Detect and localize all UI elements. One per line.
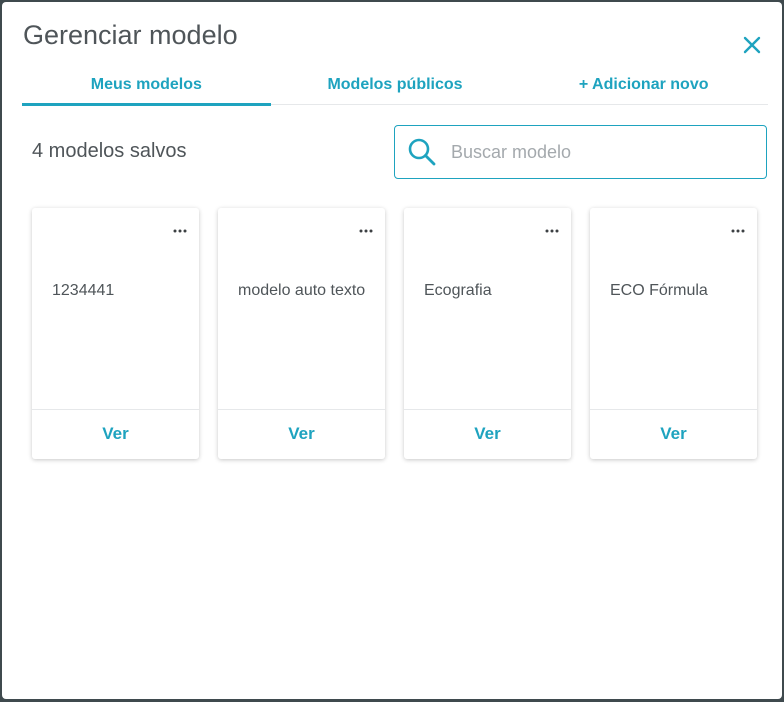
model-card: ECO Fórmula Ver xyxy=(590,208,757,459)
model-card: 1234441 Ver xyxy=(32,208,199,459)
tab-bar: Meus modelos Modelos públicos + Adiciona… xyxy=(22,72,768,106)
model-card-name: Ecografia xyxy=(424,282,492,299)
tab-my-models[interactable]: Meus modelos xyxy=(22,72,271,106)
tab-public-models[interactable]: Modelos públicos xyxy=(271,72,520,104)
tab-add-new[interactable]: + Adicionar novo xyxy=(519,72,768,104)
model-card: modelo auto texto Ver xyxy=(218,208,385,459)
close-button[interactable] xyxy=(742,35,762,55)
view-button[interactable]: Ver xyxy=(218,409,385,459)
dialog-title: Gerenciar modelo xyxy=(23,20,238,50)
model-card-name: ECO Fórmula xyxy=(610,282,708,299)
more-options-icon[interactable] xyxy=(545,228,559,234)
search-icon xyxy=(408,138,436,166)
search-box[interactable] xyxy=(394,125,767,179)
saved-models-count: 4 modelos salvos xyxy=(32,140,187,162)
view-button[interactable]: Ver xyxy=(404,409,571,459)
manage-model-dialog: Gerenciar modelo Meus modelos Modelos pú… xyxy=(2,2,782,699)
more-options-icon[interactable] xyxy=(359,228,373,234)
more-options-icon[interactable] xyxy=(731,228,745,234)
view-button[interactable]: Ver xyxy=(590,409,757,459)
model-card: Ecografia Ver xyxy=(404,208,571,459)
view-button[interactable]: Ver xyxy=(32,409,199,459)
search-input[interactable] xyxy=(451,141,741,163)
model-card-name: 1234441 xyxy=(52,282,115,299)
close-icon xyxy=(743,36,761,54)
more-options-icon[interactable] xyxy=(173,228,187,234)
model-card-list: 1234441 Ver modelo auto texto Ver Ecogra… xyxy=(32,208,757,459)
model-card-name: modelo auto texto xyxy=(238,282,366,299)
